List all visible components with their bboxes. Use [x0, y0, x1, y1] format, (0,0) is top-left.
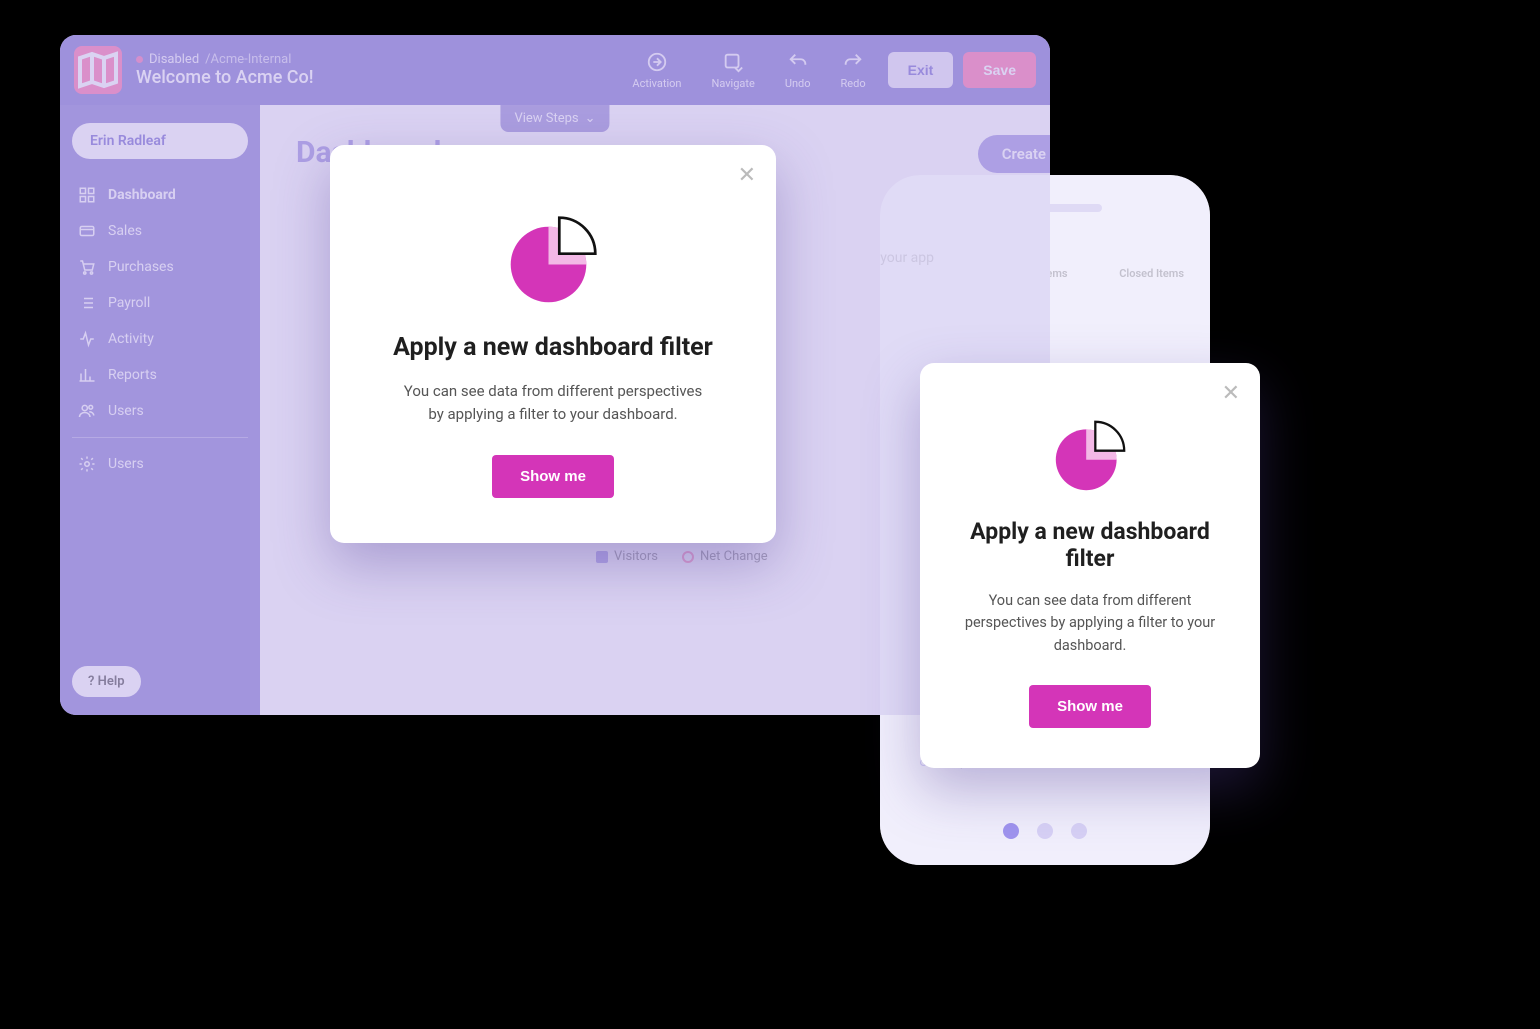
create-button[interactable]: Create — [978, 135, 1050, 173]
modal-title: Apply a new dashboard filter — [950, 518, 1230, 572]
undo-label: Undo — [785, 77, 811, 90]
sidebar-separator — [72, 437, 248, 438]
undo-button[interactable]: Undo — [785, 51, 811, 90]
pie-chart-icon — [1052, 418, 1128, 494]
user-chip[interactable]: Erin Radleaf — [72, 123, 248, 159]
sidebar-item-label: Payroll — [108, 295, 150, 311]
legend-swatch-icon — [682, 551, 694, 563]
sidebar-item-label: Reports — [108, 367, 157, 383]
chart-icon — [78, 366, 96, 384]
sidebar: Erin Radleaf Dashboard Sales Purchases P… — [60, 105, 260, 715]
pie-chart-icon — [508, 215, 598, 305]
card-icon — [78, 222, 96, 240]
navigate-button[interactable]: Navigate — [711, 51, 754, 90]
sidebar-item-activity[interactable]: Activity — [72, 321, 248, 357]
pager-dots — [880, 823, 1210, 839]
app-logo-icon — [74, 46, 122, 94]
legend-net-change: Net Change — [682, 549, 768, 564]
status-dot-icon — [136, 56, 143, 63]
gear-icon — [78, 455, 96, 473]
save-button[interactable]: Save — [963, 52, 1036, 88]
pager-dot[interactable] — [1037, 823, 1053, 839]
list-icon — [78, 294, 96, 312]
sidebar-item-reports[interactable]: Reports — [72, 357, 248, 393]
sidebar-item-sales[interactable]: Sales — [72, 213, 248, 249]
exit-button[interactable]: Exit — [888, 52, 954, 88]
navigate-label: Navigate — [711, 77, 754, 90]
stat-closed-items: Closed Items — [1119, 267, 1184, 280]
cart-icon — [78, 258, 96, 276]
redo-label: Redo — [841, 77, 866, 90]
activation-label: Activation — [632, 77, 681, 90]
view-steps-label: View Steps — [514, 111, 578, 126]
redo-button[interactable]: Redo — [841, 51, 866, 90]
legend-visitors: Visitors — [596, 549, 658, 564]
breadcrumb: /Acme-Internal — [205, 52, 291, 67]
sidebar-item-label: Users — [108, 456, 144, 472]
sidebar-item-users[interactable]: Users — [72, 393, 248, 429]
sidebar-item-payroll[interactable]: Payroll — [72, 285, 248, 321]
chevron-down-icon: ⌄ — [585, 111, 596, 126]
app-header: Disabled /Acme-Internal Welcome to Acme … — [60, 35, 1050, 105]
pager-dot[interactable] — [1071, 823, 1087, 839]
pager-dot[interactable] — [1003, 823, 1019, 839]
show-me-button[interactable]: Show me — [492, 455, 614, 498]
onboarding-modal-desktop: ✕ Apply a new dashboard filter You can s… — [330, 145, 776, 543]
activity-icon — [78, 330, 96, 348]
show-me-button[interactable]: Show me — [1029, 685, 1151, 728]
legend-label: Visitors — [614, 549, 658, 564]
sidebar-item-settings-users[interactable]: Users — [72, 446, 248, 482]
view-steps-toggle[interactable]: View Steps ⌄ — [500, 105, 609, 132]
sidebar-item-dashboard[interactable]: Dashboard — [72, 177, 248, 213]
sidebar-item-label: Sales — [108, 223, 142, 239]
close-icon[interactable]: ✕ — [738, 163, 756, 188]
sidebar-item-label: Activity — [108, 331, 154, 347]
sidebar-item-label: Dashboard — [108, 187, 176, 203]
close-icon[interactable]: ✕ — [1222, 381, 1240, 406]
modal-body: You can see data from different perspect… — [960, 590, 1220, 657]
legend-swatch-icon — [596, 551, 608, 563]
sidebar-item-label: Purchases — [108, 259, 174, 275]
users-icon — [78, 402, 96, 420]
header-title-block: Disabled /Acme-Internal Welcome to Acme … — [136, 52, 314, 88]
sidebar-item-purchases[interactable]: Purchases — [72, 249, 248, 285]
header-actions: Activation Navigate Undo Redo — [632, 51, 865, 90]
grid-icon — [78, 186, 96, 204]
modal-body: You can see data from different perspect… — [403, 380, 703, 427]
activation-button[interactable]: Activation — [632, 51, 681, 90]
modal-title: Apply a new dashboard filter — [372, 333, 734, 362]
help-button[interactable]: ? Help — [72, 666, 141, 697]
page-title: Welcome to Acme Co! — [136, 67, 314, 88]
legend-label: Net Change — [700, 549, 768, 564]
status-label: Disabled — [149, 52, 199, 67]
onboarding-modal-mobile: ✕ Apply a new dashboard filter You can s… — [920, 363, 1260, 768]
header-buttons: Exit Save — [888, 52, 1036, 88]
sidebar-item-label: Users — [108, 403, 144, 419]
